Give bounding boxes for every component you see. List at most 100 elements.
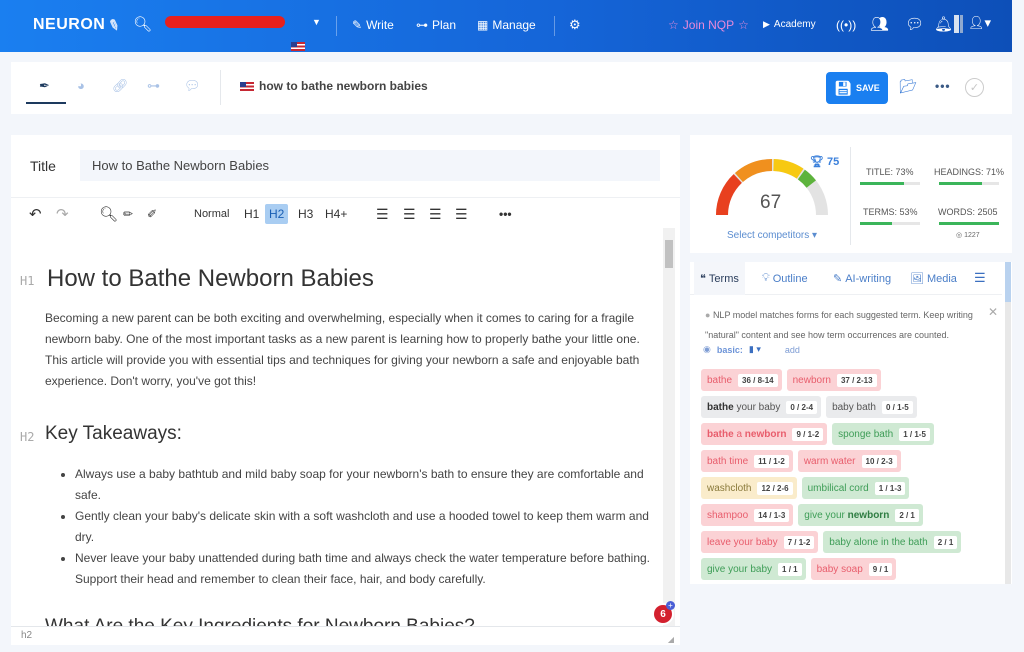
words-target-value: 1227: [964, 232, 980, 239]
align-center-icon[interactable]: ☰: [403, 204, 416, 224]
find-icon[interactable]: 🔍︎: [99, 204, 118, 224]
tab-analysis-pie-icon[interactable]: ◕: [77, 78, 85, 93]
term-label: newborn: [792, 374, 831, 386]
resize-handle-icon[interactable]: ◢: [668, 631, 674, 649]
add-term-link[interactable]: add: [785, 345, 800, 355]
terms-scrollbar[interactable]: [1005, 262, 1011, 584]
search-icon[interactable]: 🔍︎: [133, 15, 152, 33]
editor-content[interactable]: H1 How to Bathe Newborn Babies Becoming …: [11, 228, 663, 626]
check-circle-icon[interactable]: ✓: [965, 78, 984, 97]
project-selector-redacted[interactable]: [165, 16, 285, 28]
highlighter-icon[interactable]: ✏: [123, 204, 133, 224]
target-icon: ◎: [956, 232, 965, 239]
nav-write-label: Write: [366, 18, 394, 32]
more-format-button[interactable]: •••: [499, 204, 512, 224]
nav-write[interactable]: ✎ Write: [352, 18, 394, 32]
term-chip[interactable]: warm water 10 / 2-3: [797, 450, 901, 472]
term-chip[interactable]: bathe your baby 0 / 2-4: [701, 396, 822, 418]
gears-icon[interactable]: ⚙: [569, 17, 581, 33]
term-chip[interactable]: sponge bath 1 / 1-5: [832, 423, 934, 445]
scrollbar-thumb[interactable]: [1005, 262, 1011, 302]
term-count: 36 / 8-14: [738, 373, 778, 387]
redo-icon[interactable]: ↷: [56, 204, 69, 224]
join-nqp-label: Join NQP: [682, 18, 735, 32]
images-icon: 🖼︎: [910, 273, 924, 285]
term-chip[interactable]: leave your baby 7 / 1-2: [701, 531, 819, 553]
tab-media[interactable]: 🖼︎ Media: [910, 272, 957, 286]
term-chip[interactable]: give your baby 1 / 1: [701, 558, 806, 580]
format-toolbar: ↶ ↷ 🔍︎ ✏ ✐ Normal H1 H2 H3 H4+ ☰ ☰ ☰ ☰ •…: [11, 197, 680, 228]
select-competitors-dropdown[interactable]: Select competitors ▾: [727, 230, 817, 241]
format-h3[interactable]: H3: [298, 204, 313, 224]
align-left-icon[interactable]: ☰: [376, 204, 389, 224]
align-justify-icon[interactable]: ☰: [455, 204, 468, 224]
undo-icon[interactable]: ↶: [29, 204, 42, 224]
term-chip[interactable]: umbilical cord 1 / 1-3: [801, 477, 910, 499]
tab-links-link-icon[interactable]: 🔗︎: [112, 78, 129, 94]
term-filter: ◉ basic: ▮ ▾ add: [703, 344, 800, 355]
term-label: bathe a newborn: [707, 428, 787, 440]
align-right-icon[interactable]: ☰: [429, 204, 442, 224]
scrollbar-thumb[interactable]: [665, 240, 673, 268]
eraser-icon[interactable]: ✐: [147, 204, 157, 224]
bookmark-icon[interactable]: ▮ ▾: [749, 344, 761, 355]
chat-icon[interactable]: 💬︎: [905, 15, 924, 33]
format-h2[interactable]: H2: [265, 204, 289, 224]
metric-title: TITLE: 73%: [866, 167, 914, 177]
score-divider: [850, 147, 851, 245]
format-h1[interactable]: H1: [244, 204, 259, 224]
nav-manage[interactable]: ▦ Manage: [477, 18, 536, 32]
heading-h2-partial: What Are the Key Ingredients for Newborn…: [45, 616, 475, 626]
terms-panel: ❝ Terms 💡︎ Outline ✎ AI-writing 🖼︎ Media ☰ ●…: [690, 262, 1012, 584]
bell-icon[interactable]: 🔔︎: [934, 15, 953, 33]
takeaways-list: Always use a baby bathtub and mild baby …: [75, 464, 655, 590]
nav-plan[interactable]: ⊶ Plan: [416, 18, 456, 32]
term-chip[interactable]: bathe 36 / 8-14: [701, 369, 782, 391]
term-label: bath time: [707, 455, 749, 467]
term-chips: bathe 36 / 8-14 newborn 37 / 2-13 bathe your…: [701, 369, 991, 580]
gauge-segment-green: [797, 169, 816, 188]
editor-scrollbar[interactable]: [663, 228, 675, 626]
term-chip[interactable]: newborn 37 / 2-13: [786, 369, 881, 391]
tab-media-label: Media: [926, 272, 957, 285]
term-chip[interactable]: baby bath 0 / 1-5: [826, 396, 917, 418]
title-input[interactable]: [80, 150, 660, 181]
element-path-bar: h2 ◢: [11, 626, 680, 645]
team-icon[interactable]: 👥︎: [870, 15, 889, 33]
heading-h2: Key Takeaways:: [45, 423, 182, 444]
metric-fill: [939, 222, 999, 225]
metric-fill: [860, 182, 904, 185]
sliders-icon[interactable]: ☰: [974, 270, 986, 286]
broadcast-icon[interactable]: ((•)): [836, 18, 856, 32]
folder-icon[interactable]: 📂︎: [899, 78, 917, 95]
user-menu-icon[interactable]: 👤︎▾: [968, 15, 991, 31]
neuron-logo[interactable]: NEURON ✎: [33, 15, 123, 34]
term-chip[interactable]: baby alone in the bath 2 / 1: [823, 531, 962, 553]
tab-ai-writing[interactable]: ✎ AI-writing: [833, 272, 891, 286]
term-chip[interactable]: give your newborn 2 / 1: [798, 504, 923, 526]
term-chip[interactable]: bathe a newborn 9 / 1-2: [701, 423, 828, 445]
plus-icon[interactable]: +: [666, 601, 675, 610]
tab-chat-comments-icon[interactable]: 💬︎: [184, 78, 201, 94]
more-options-button[interactable]: •••: [935, 79, 951, 93]
term-label: umbilical cord: [807, 482, 869, 494]
tab-outline-label: Outline: [772, 272, 808, 285]
tab-structure-sitemap-icon[interactable]: ⊶: [147, 78, 160, 94]
term-chip[interactable]: bath time 11 / 1-2: [701, 450, 793, 472]
chevron-down-icon[interactable]: ▼: [312, 17, 321, 27]
tab-terms[interactable]: ❝ Terms: [694, 262, 745, 295]
filter-basic-dropdown[interactable]: basic:: [717, 345, 743, 355]
tab-outline[interactable]: 💡︎ Outline: [762, 272, 808, 285]
academy-link[interactable]: ▶ Academy: [763, 19, 816, 30]
term-label: baby bath: [832, 401, 876, 413]
term-chip[interactable]: baby soap 9 / 1: [810, 558, 897, 580]
term-chip[interactable]: washcloth 12 / 2-6: [701, 477, 797, 499]
term-chip[interactable]: shampoo 14 / 1-3: [701, 504, 794, 526]
join-nqp-link[interactable]: ☆ Join NQP ☆: [668, 18, 749, 32]
close-icon[interactable]: ✕: [988, 305, 998, 319]
tab-editor-feather-icon[interactable]: ✒: [39, 78, 50, 94]
format-normal[interactable]: Normal: [194, 204, 229, 224]
format-h4[interactable]: H4+: [325, 204, 347, 224]
nav-manage-label: Manage: [492, 18, 536, 32]
save-button[interactable]: 💾︎ SAVE: [826, 72, 888, 104]
